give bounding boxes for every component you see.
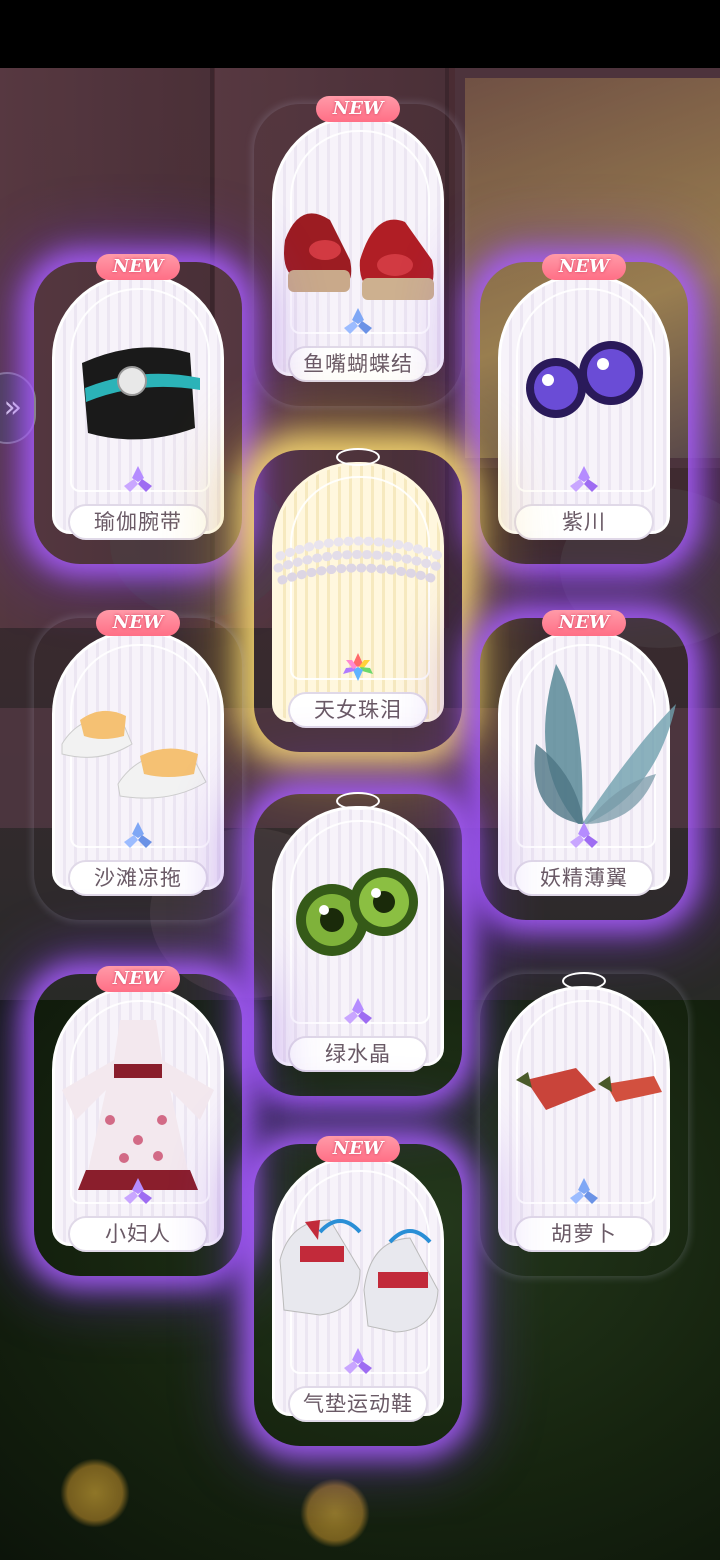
new-badge: NEW [316,96,400,122]
item-name-label: 胡萝卜 [514,1216,654,1252]
item-name-label: 天女珠泪 [288,692,428,728]
item-name-label: 沙滩凉拖 [68,860,208,896]
item-name-label: 瑜伽腕带 [68,504,208,540]
rarity-blue-gem-icon [570,1178,598,1204]
item-name-label: 鱼嘴蝴蝶结 [288,346,428,382]
new-badge: NEW [316,1136,400,1162]
rarity-blue-gem-icon [124,822,152,848]
new-badge: NEW [96,966,180,992]
item-card-green-crystal[interactable]: 绿水晶 [260,792,456,1090]
flower [60,1458,130,1528]
item-card-carrot[interactable]: 胡萝卜 [486,972,682,1270]
rarity-purple-gem-icon [570,822,598,848]
item-name-label: 小妇人 [68,1216,208,1252]
item-name-label: 紫川 [514,504,654,540]
new-badge: NEW [542,254,626,280]
rarity-purple-gem-icon [344,1348,372,1374]
item-card-beach-slippers[interactable]: NEW 沙滩凉拖 [40,610,236,914]
item-card-little-women[interactable]: NEW 小妇人 [40,966,236,1270]
item-name-label: 气垫运动鞋 [288,1386,428,1422]
new-badge: NEW [96,254,180,280]
rarity-purple-gem-icon [124,1178,152,1204]
rarity-purple-gem-icon [344,998,372,1024]
rarity-blue-gem-icon [344,308,372,334]
new-badge: NEW [96,610,180,636]
rarity-purple-gem-icon [124,466,152,492]
item-name-label: 绿水晶 [288,1036,428,1072]
item-card-fairy-wings[interactable]: NEW 妖精薄翼 [486,610,682,914]
rarity-purple-gem-icon [570,466,598,492]
item-card-purple-eyes[interactable]: NEW 紫川 [486,254,682,558]
item-name-label: 妖精薄翼 [514,860,654,896]
item-card-celestial-pearls[interactable]: 天女珠泪 [260,448,456,746]
item-card-fishmouth-bow[interactable]: NEW 鱼嘴蝴蝶结 [260,96,456,400]
item-card-air-sneakers[interactable]: NEW 气垫运动鞋 [260,1136,456,1440]
new-badge: NEW [542,610,626,636]
item-card-yoga-wristband[interactable]: NEW 瑜伽腕带 [40,254,236,558]
flower [300,1478,370,1548]
rarity-rainbow-gem-icon [343,653,373,681]
